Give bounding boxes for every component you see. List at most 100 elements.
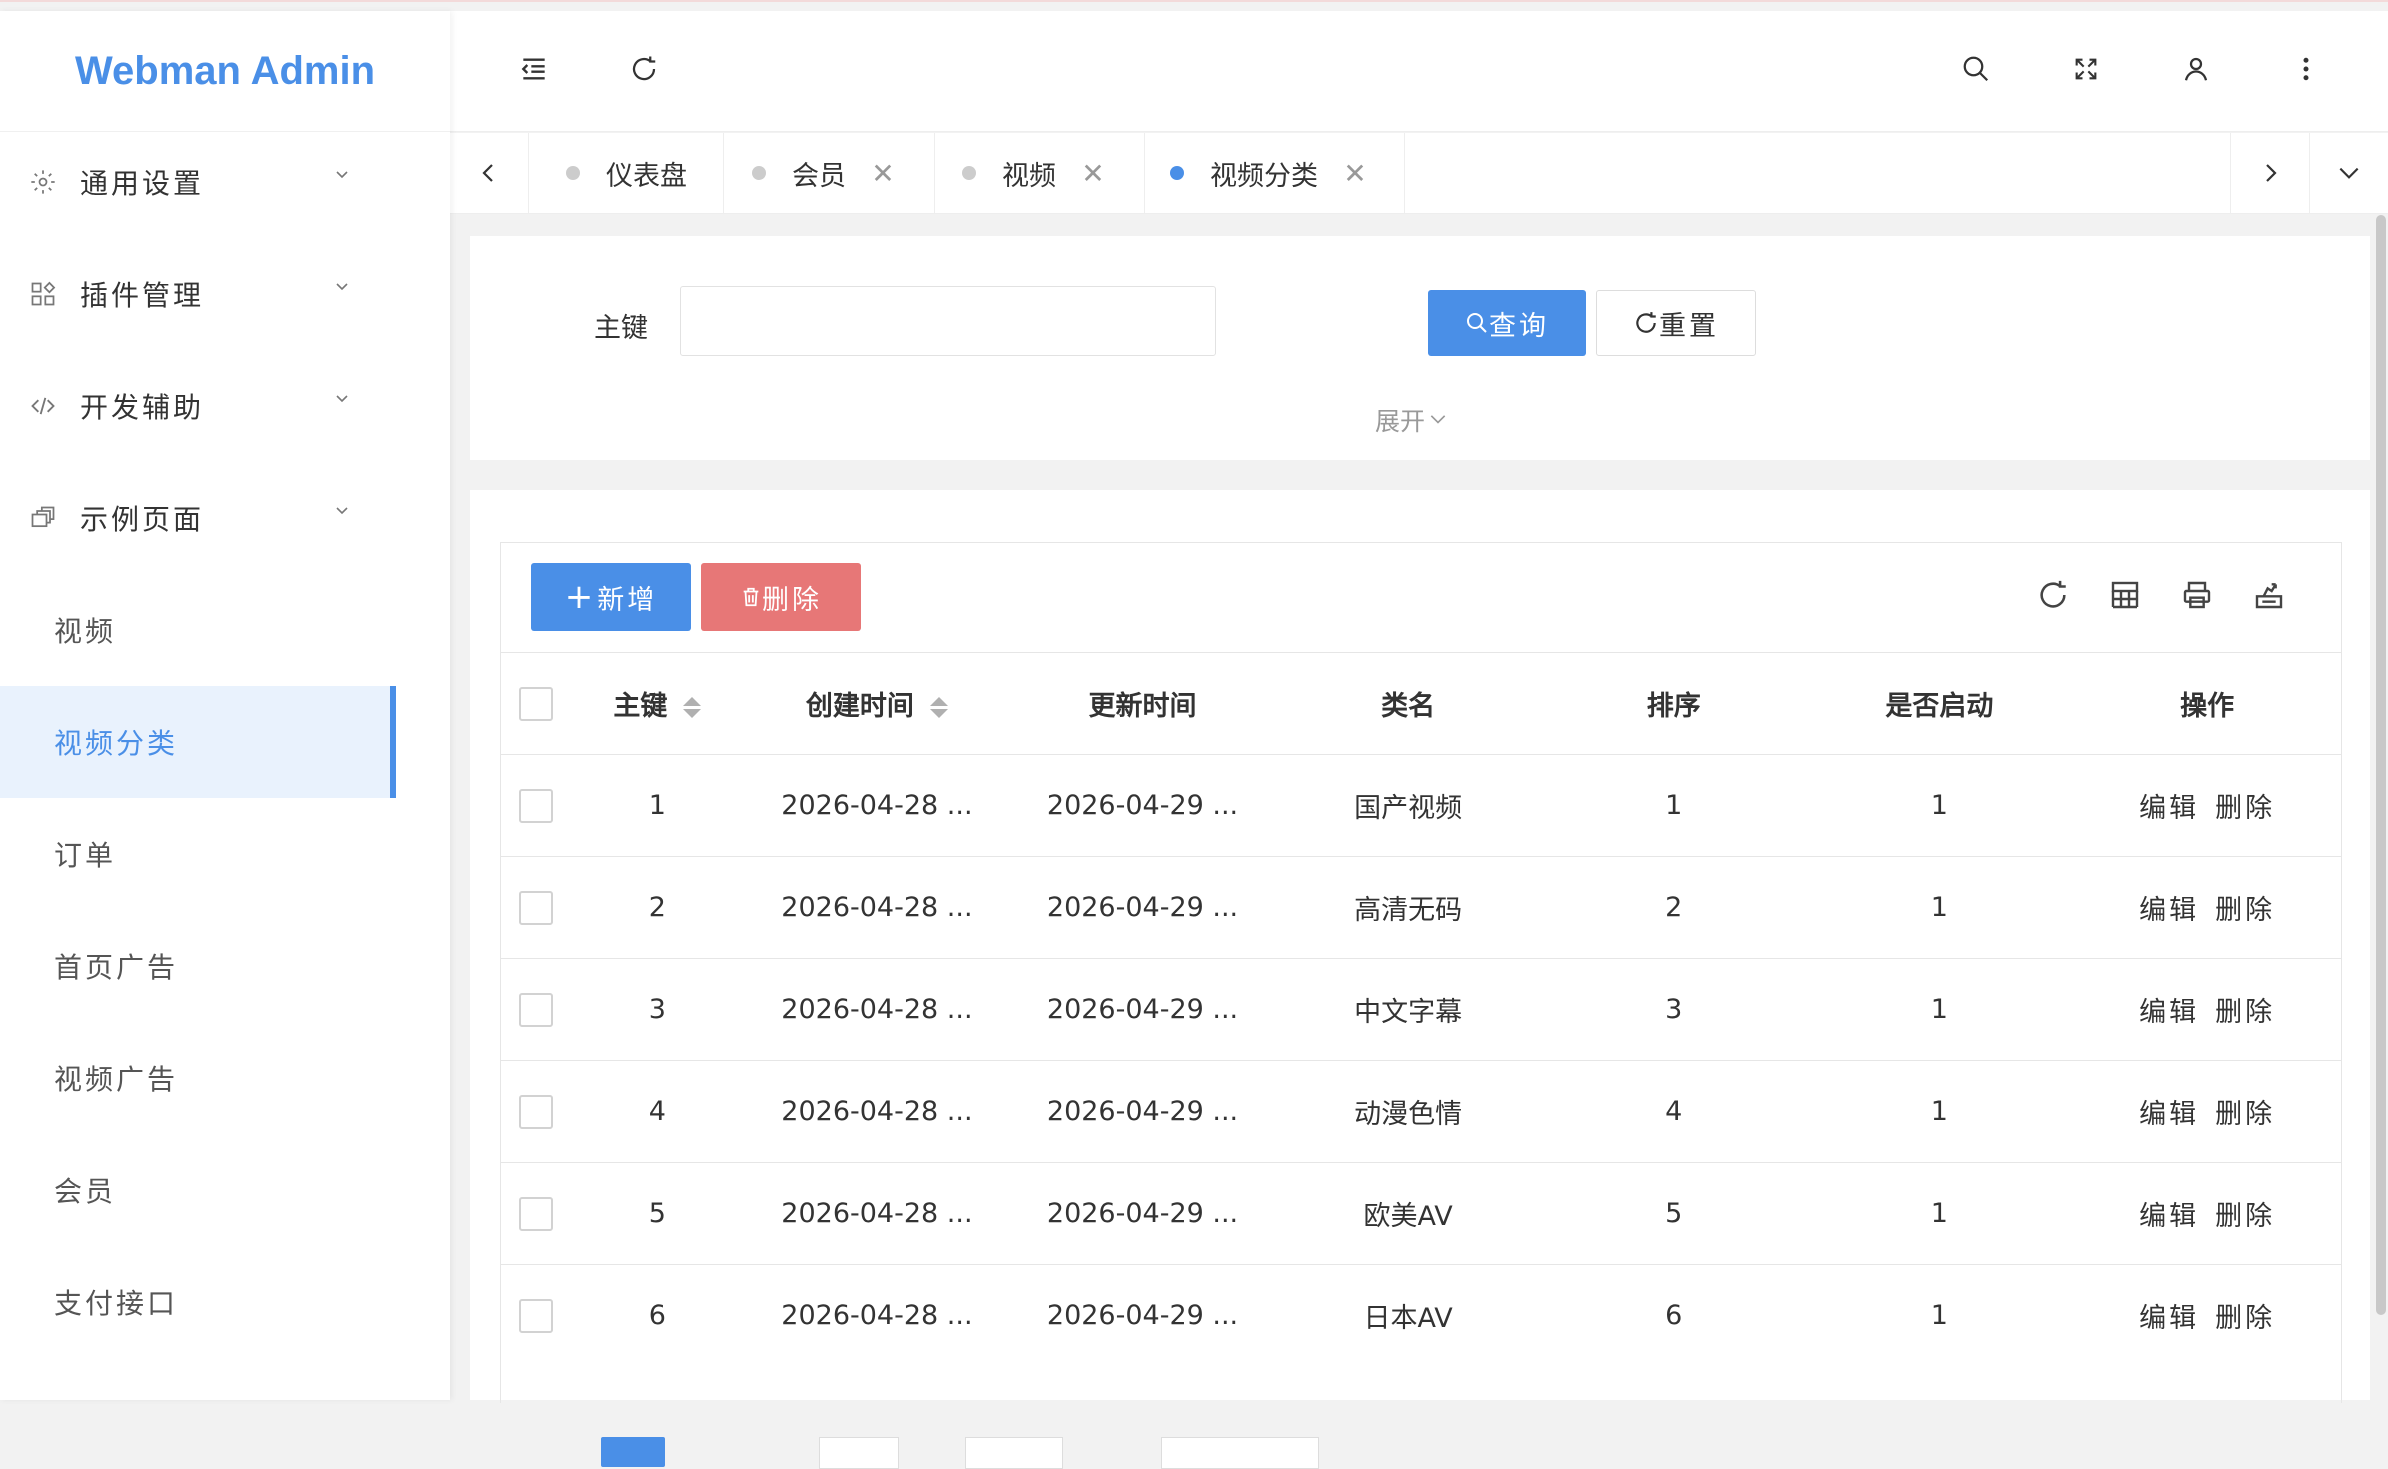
tab-label: 视频: [1002, 160, 1056, 192]
tabs-menu-button[interactable]: [2310, 133, 2388, 213]
close-icon[interactable]: ✕: [1081, 157, 1104, 190]
cell-created: 2026-04-28 ...: [743, 1060, 1011, 1163]
chevron-right-icon: [2266, 164, 2277, 182]
gear-icon: [28, 167, 58, 197]
sidebar-item-video-ads[interactable]: 视频广告: [0, 1022, 396, 1134]
sidebar-group-general-settings[interactable]: 通用设置: [0, 126, 450, 238]
edit-link[interactable]: 编辑: [2139, 895, 2199, 926]
edit-link[interactable]: 编辑: [2139, 1099, 2199, 1130]
page-scrollbar[interactable]: [2376, 215, 2386, 1315]
cell-updated: 2026-04-29 ...: [1010, 1264, 1275, 1366]
export-icon[interactable]: [2249, 575, 2289, 615]
tab-video[interactable]: 视频 ✕: [932, 133, 1145, 213]
cell-name: 中文字幕: [1274, 958, 1542, 1061]
sidebar-item-payment[interactable]: 支付接口: [0, 1246, 396, 1358]
cell-actions: 编辑 删除: [2073, 958, 2341, 1061]
sort-icon[interactable]: [929, 697, 948, 718]
tab-members[interactable]: 会员 ✕: [722, 133, 935, 213]
app-title: Webman Admin: [74, 48, 376, 93]
cell-enabled: 1: [1805, 958, 2074, 1061]
pagination-jump-input[interactable]: [819, 1437, 899, 1469]
cell-actions: 编辑 删除: [2073, 856, 2341, 959]
search-icon[interactable]: [1958, 51, 1994, 87]
cell-actions: 编辑 删除: [2073, 1060, 2341, 1163]
tab-dashboard[interactable]: 仪表盘: [530, 133, 724, 213]
tab-video-category[interactable]: 视频分类 ✕: [1140, 133, 1405, 213]
more-vertical-icon[interactable]: [2288, 51, 2324, 87]
pagination-current-page[interactable]: [601, 1437, 665, 1467]
sidebar-item-members[interactable]: 会员: [0, 1134, 396, 1246]
sidebar-item-video-category[interactable]: 视频分类: [0, 686, 396, 798]
tabs-prev-button[interactable]: [450, 133, 529, 213]
row-checkbox[interactable]: [519, 890, 554, 925]
column-header-sort: 排序: [1542, 652, 1806, 755]
row-checkbox[interactable]: [519, 788, 554, 823]
sidebar: Webman Admin 通用设置 插件管理 开发辅助 示例页面 视频 视频分类…: [0, 11, 450, 1400]
edit-link[interactable]: 编辑: [2139, 1201, 2199, 1232]
delete-link[interactable]: 删除: [2215, 1303, 2275, 1334]
cell-id: 1: [571, 754, 744, 857]
chevron-left-icon: [482, 164, 493, 182]
delete-link[interactable]: 删除: [2215, 997, 2275, 1028]
close-icon[interactable]: ✕: [1343, 157, 1366, 190]
top-border: [0, 0, 2388, 2]
cell-sort: 2: [1542, 856, 1806, 959]
user-icon[interactable]: [2178, 51, 2214, 87]
table-row: 4 2026-04-28 ... 2026-04-29 ... 动漫色情 4 1…: [501, 1060, 2341, 1163]
cell-enabled: 1: [1805, 754, 2074, 857]
cell-sort: 3: [1542, 958, 1806, 1061]
tabs-next-button[interactable]: [2230, 133, 2310, 213]
table-row: 5 2026-04-28 ... 2026-04-29 ... 欧美AV 5 1…: [501, 1162, 2341, 1265]
cell-name: 高清无码: [1274, 856, 1542, 959]
sidebar-item-video[interactable]: 视频: [0, 574, 396, 686]
expand-toggle[interactable]: 展开: [1375, 402, 1451, 438]
delete-link[interactable]: 删除: [2215, 1099, 2275, 1130]
batch-delete-button[interactable]: 删除: [701, 563, 861, 631]
pages-icon: [28, 503, 58, 533]
select-all-checkbox[interactable]: [519, 686, 554, 721]
row-checkbox[interactable]: [519, 1094, 554, 1129]
sidebar-group-plugins[interactable]: 插件管理: [0, 238, 450, 350]
reset-button[interactable]: 重置: [1596, 290, 1756, 356]
close-icon[interactable]: ✕: [871, 157, 894, 190]
print-icon[interactable]: [2177, 575, 2217, 615]
add-button[interactable]: + 新增: [531, 563, 691, 631]
refresh-icon: [1636, 312, 1656, 333]
column-header-id[interactable]: 主键: [571, 652, 744, 755]
delete-link[interactable]: 删除: [2215, 1201, 2275, 1232]
columns-icon[interactable]: [2105, 575, 2145, 615]
edit-link[interactable]: 编辑: [2139, 793, 2199, 824]
cell-enabled: 1: [1805, 1264, 2074, 1366]
table-refresh-icon[interactable]: [2033, 575, 2073, 615]
search-icon: [1467, 313, 1487, 333]
column-header-created[interactable]: 创建时间: [743, 652, 1011, 755]
query-button[interactable]: 查询: [1428, 290, 1586, 356]
cell-updated: 2026-04-29 ...: [1010, 1162, 1275, 1265]
collapse-menu-icon[interactable]: [516, 51, 552, 87]
delete-link[interactable]: 删除: [2215, 895, 2275, 926]
pagination-size-select[interactable]: [1161, 1437, 1319, 1469]
cell-id: 2: [571, 856, 744, 959]
edit-link[interactable]: 编辑: [2139, 1303, 2199, 1334]
logo: Webman Admin: [0, 11, 450, 132]
refresh-icon[interactable]: [626, 51, 662, 87]
id-search-input[interactable]: [680, 286, 1216, 356]
cell-name: 动漫色情: [1274, 1060, 1542, 1163]
sidebar-group-example-pages[interactable]: 示例页面: [0, 462, 450, 574]
cell-actions: 编辑 删除: [2073, 1162, 2341, 1265]
sidebar-group-dev-tools[interactable]: 开发辅助: [0, 350, 450, 462]
table-row: 6 2026-04-28 ... 2026-04-29 ... 日本AV 6 1…: [501, 1264, 2341, 1366]
row-checkbox[interactable]: [519, 1196, 554, 1231]
sidebar-item-orders[interactable]: 订单: [0, 798, 396, 910]
cell-updated: 2026-04-29 ...: [1010, 856, 1275, 959]
cell-created: 2026-04-28 ...: [743, 1162, 1011, 1265]
fullscreen-icon[interactable]: [2068, 51, 2104, 87]
edit-link[interactable]: 编辑: [2139, 997, 2199, 1028]
pagination-go-button[interactable]: [965, 1437, 1063, 1469]
data-table-wrapper: + 新增 删除 主键 创建时间 更新时间 类名 排序 是否启动 操作 1 202…: [500, 542, 2342, 1469]
sort-icon[interactable]: [683, 697, 702, 718]
row-checkbox[interactable]: [519, 1298, 554, 1333]
row-checkbox[interactable]: [519, 992, 554, 1027]
delete-link[interactable]: 删除: [2215, 793, 2275, 824]
sidebar-item-home-ads[interactable]: 首页广告: [0, 910, 396, 1022]
